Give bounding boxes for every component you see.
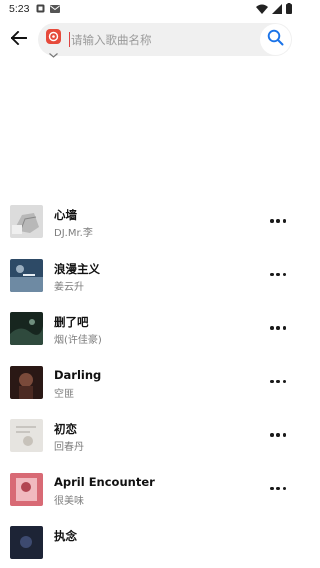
arrow-left-icon: [10, 30, 27, 49]
song-row[interactable]: Darling 空匪: [0, 354, 300, 408]
song-row[interactable]: 心墙 DJ.Mr.李: [0, 193, 300, 247]
song-artist: 烟(许佳豪): [54, 335, 102, 346]
more-options-button[interactable]: [270, 271, 286, 279]
text-cursor: [69, 32, 70, 47]
wifi-icon: [256, 4, 268, 17]
song-artist: DJ.Mr.李: [54, 228, 93, 239]
album-cover: [10, 365, 43, 399]
battery-icon: [286, 3, 292, 17]
status-bar: 5:23: [0, 0, 300, 18]
album-cover: [10, 472, 43, 506]
song-row[interactable]: 删了吧 烟(许佳豪): [0, 300, 300, 354]
more-options-button[interactable]: [270, 485, 286, 493]
album-cover: [10, 258, 43, 292]
song-artist: 姜云升: [54, 281, 84, 293]
album-cover: [10, 526, 43, 559]
status-time: 5:23: [9, 3, 30, 15]
signal-icon: [272, 3, 282, 17]
square-notification-icon: [36, 4, 45, 16]
song-row[interactable]: 浪漫主义 姜云升: [0, 247, 300, 301]
more-options-button[interactable]: [270, 378, 286, 386]
song-title: 心墙: [54, 208, 77, 222]
song-title: Darling: [54, 367, 102, 382]
song-list: 心墙 DJ.Mr.李 浪漫主义 姜云升 删了吧 烟(许佳豪) Darling 空…: [0, 193, 300, 568]
back-button[interactable]: [8, 28, 30, 50]
more-options-button[interactable]: [270, 217, 286, 225]
music-source-selector[interactable]: [46, 29, 61, 44]
chevron-down-icon[interactable]: [48, 44, 59, 58]
search-icon: [267, 29, 284, 50]
song-artist: 空匪: [54, 388, 74, 400]
song-row[interactable]: April Encounter 很美味: [0, 461, 300, 515]
song-title: April Encounter: [54, 474, 155, 489]
song-artist: 很美味: [54, 495, 84, 507]
more-options-button[interactable]: [270, 324, 286, 332]
song-title: 初恋: [54, 422, 77, 436]
song-row[interactable]: 执念: [0, 514, 300, 568]
search-button[interactable]: [260, 24, 291, 55]
search-bar: [38, 23, 292, 58]
search-header: [0, 20, 300, 60]
album-cover: [10, 419, 43, 452]
album-cover: [10, 205, 43, 238]
mail-icon: [50, 4, 60, 16]
song-title: 浪漫主义: [54, 261, 100, 276]
song-title: 执念: [54, 529, 77, 543]
more-options-button[interactable]: [270, 431, 286, 439]
song-row[interactable]: 初恋 回春丹: [0, 407, 300, 461]
search-input[interactable]: [71, 30, 251, 49]
album-cover: [10, 312, 43, 345]
song-artist: 回春丹: [54, 442, 84, 453]
song-title: 删了吧: [54, 315, 89, 329]
